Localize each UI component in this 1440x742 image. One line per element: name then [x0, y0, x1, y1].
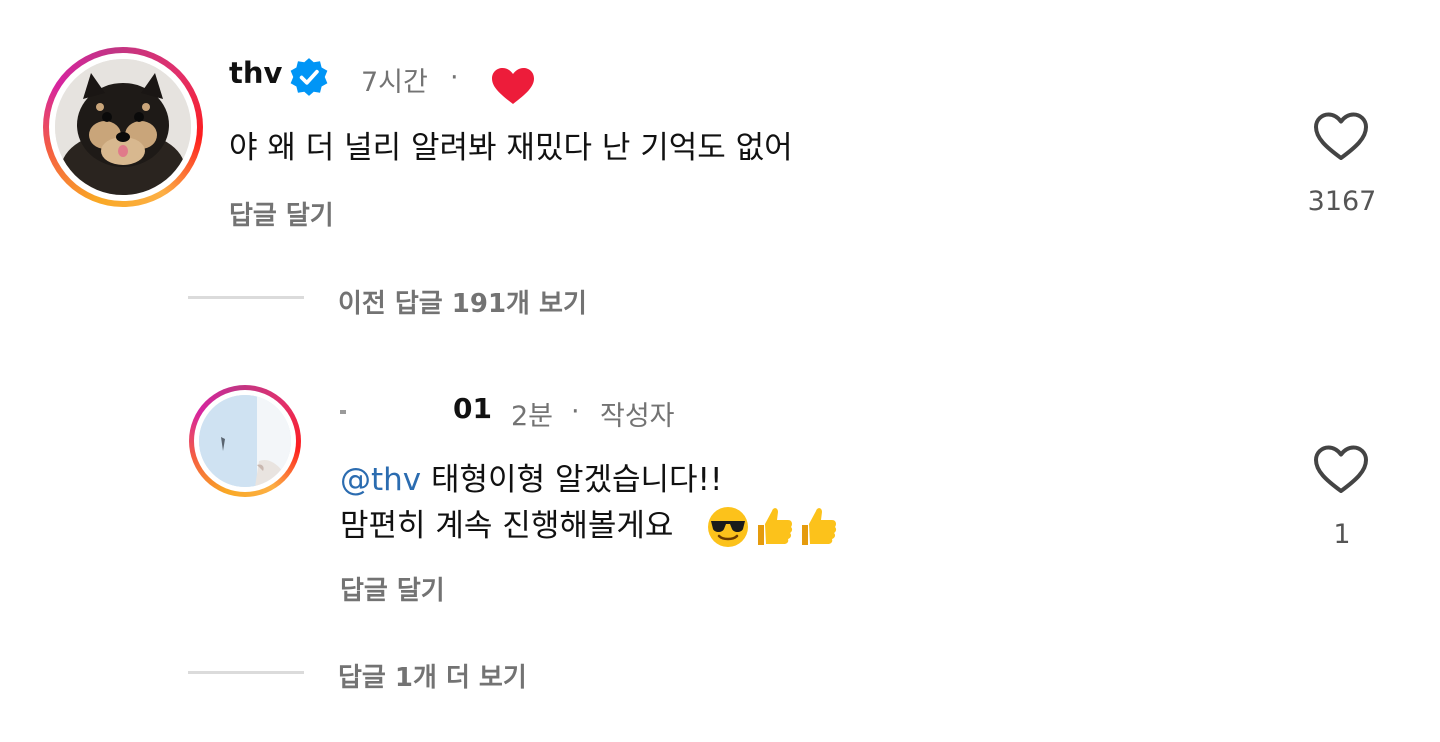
view-previous-replies[interactable]: 이전 답글 191개 보기 — [338, 283, 587, 320]
comment-text-line2: 맘편히 계속 진행해볼게요 — [340, 502, 673, 550]
mention-link[interactable]: @thv — [340, 462, 421, 498]
comment-text: 맘편히 계속 진행해볼게요 — [340, 508, 674, 544]
sunglasses-emoji-icon — [708, 507, 748, 547]
thumbs-up-emoji-icon — [802, 508, 837, 545]
avatar[interactable] — [199, 395, 291, 487]
comment-time: 2분 — [511, 401, 554, 432]
like-count: 1 — [1333, 519, 1351, 550]
reply-button[interactable]: 답글 달기 — [229, 195, 334, 232]
dog-avatar-icon — [55, 59, 191, 195]
verified-badge-icon — [290, 58, 328, 96]
redaction-artifact — [340, 410, 346, 414]
author-badge: 작성자 — [600, 401, 675, 432]
avatar[interactable] — [55, 59, 191, 195]
comment-text: 야 왜 더 널리 알려봐 재밌다 난 기억도 없어 — [229, 130, 793, 166]
separator-dot: · — [450, 62, 459, 93]
like-heart-icon[interactable] — [1312, 444, 1370, 496]
redacted-username — [340, 392, 452, 434]
photo-avatar-icon — [199, 395, 291, 487]
thread-divider — [188, 671, 304, 674]
thread-divider — [188, 296, 304, 299]
reply-button[interactable]: 답글 달기 — [340, 570, 445, 607]
like-heart-icon[interactable] — [1312, 111, 1370, 163]
comment-text-line1: @thv 태형이형 알겠습니다!! — [340, 456, 722, 504]
story-ring[interactable] — [43, 47, 203, 207]
comment-time: 7시간 — [361, 67, 428, 98]
like-count: 3167 — [1307, 186, 1377, 217]
thumbs-up-emoji-icon — [758, 508, 793, 545]
story-ring[interactable] — [189, 385, 301, 497]
heart-icon — [492, 68, 534, 104]
view-more-replies[interactable]: 답글 1개 더 보기 — [338, 657, 527, 694]
username[interactable]: 01 — [453, 392, 492, 425]
comment-text: 태형이형 알겠습니다!! — [431, 462, 723, 498]
separator-dot: · — [571, 396, 580, 427]
username[interactable]: thv — [229, 56, 282, 90]
